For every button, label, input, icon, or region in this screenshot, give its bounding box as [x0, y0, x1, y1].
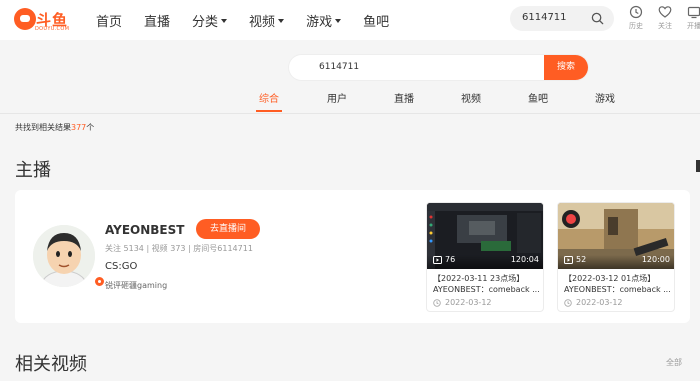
search-button[interactable]: 搜索: [544, 55, 588, 80]
result-count-prefix: 共找到相关结果: [15, 123, 71, 132]
streamer-tagline: 锐评砸疆gaming: [105, 281, 168, 290]
tab-label: 用户: [327, 94, 347, 105]
tab-label: 视频: [461, 94, 481, 105]
nav-item-category[interactable]: 分类: [192, 11, 228, 30]
clock-icon: [433, 298, 441, 307]
related-videos-title: 相关视频: [15, 354, 87, 375]
play-count-icon: [433, 255, 442, 264]
streamer-name[interactable]: AYEONBEST: [105, 223, 184, 237]
video-duration: 120:04: [510, 255, 539, 264]
tab-live[interactable]: 直播: [394, 90, 414, 105]
nav-item-game[interactable]: 游戏: [306, 11, 342, 30]
video-date: 2022-03-12: [433, 298, 492, 307]
result-count-suffix: 个: [86, 123, 95, 132]
tabs-divider: [0, 113, 700, 114]
avatar-image: [33, 225, 95, 287]
broadcast-icon: [687, 6, 700, 19]
section-scroll-arrow[interactable]: [696, 160, 700, 172]
logo-subtext: DOUYU.COM: [35, 26, 70, 32]
avatar[interactable]: [33, 225, 95, 287]
view-all-link[interactable]: 全部: [666, 357, 682, 368]
video-title[interactable]: 【2022-03-12 01点场】: [564, 273, 672, 284]
streamer-game[interactable]: CS:GO: [105, 261, 137, 272]
goto-live-room-button[interactable]: 去直播间: [196, 219, 260, 239]
header-search-box[interactable]: 6114711: [510, 6, 614, 31]
tab-label: 游戏: [595, 94, 615, 105]
video-card[interactable]: 76 120:04 【2022-03-11 23点场】 AYEONBEST：co…: [426, 202, 544, 312]
result-count-number: 377: [71, 123, 87, 132]
video-views-count: 52: [576, 255, 587, 264]
nav-item-live[interactable]: 直播: [144, 11, 170, 30]
video-views-count: 76: [445, 255, 456, 264]
play-count-icon: [564, 255, 573, 264]
video-subtitle[interactable]: AYEONBEST：comeback ...: [433, 284, 541, 295]
clock-icon: [629, 5, 643, 19]
video-duration: 120:00: [641, 255, 670, 264]
header-search-input[interactable]: 6114711: [522, 12, 567, 23]
video-date-text: 2022-03-12: [445, 298, 492, 307]
nav-label: 首页: [96, 15, 123, 30]
tab-label: 鱼吧: [528, 94, 548, 105]
broadcast-label: 开播: [687, 22, 700, 30]
video-title[interactable]: 【2022-03-11 23点场】: [433, 273, 541, 284]
tab-label: 综合: [259, 94, 279, 105]
video-views: 52: [564, 255, 586, 264]
nav-item-home[interactable]: 首页: [96, 11, 122, 30]
tab-yuba[interactable]: 鱼吧: [528, 90, 548, 105]
tab-users[interactable]: 用户: [327, 90, 347, 105]
top-header: 斗鱼 DOUYU.COM 首页 直播 分类 视频 游戏 鱼吧 6114711 历…: [0, 0, 700, 40]
history-label: 历史: [629, 22, 643, 30]
active-tab-indicator: [256, 110, 282, 112]
caret-down-icon: [335, 18, 342, 23]
caret-down-icon: [221, 18, 228, 23]
search-icon[interactable]: [591, 12, 604, 25]
douyu-logo[interactable]: 斗鱼 DOUYU.COM: [14, 8, 72, 34]
result-count: 共找到相关结果377个: [15, 122, 94, 133]
nav-label: 视频: [249, 15, 276, 30]
nav-label: 分类: [192, 15, 219, 30]
broadcast-button[interactable]: 开播: [682, 5, 700, 31]
main-nav: 首页 直播 分类 视频 游戏 鱼吧: [96, 11, 411, 30]
caret-down-icon: [278, 18, 285, 23]
tab-all[interactable]: 综合: [256, 90, 282, 112]
nav-label: 鱼吧: [363, 15, 390, 30]
video-date: 2022-03-12: [564, 298, 623, 307]
follow-label: 关注: [658, 22, 672, 30]
video-subtitle[interactable]: AYEONBEST：comeback ...: [564, 284, 672, 295]
tab-label: 直播: [394, 94, 414, 105]
video-date-text: 2022-03-12: [576, 298, 623, 307]
video-card[interactable]: 52 120:00 【2022-03-12 01点场】 AYEONBEST：co…: [557, 202, 675, 312]
result-tabs: 综合 用户 直播 视频 鱼吧 游戏: [0, 90, 700, 112]
streamer-section-title: 主播: [15, 160, 51, 181]
follow-button[interactable]: 关注: [653, 5, 677, 31]
heart-icon: [658, 6, 672, 18]
video-views: 76: [433, 255, 455, 264]
nav-item-video[interactable]: 视频: [249, 11, 285, 30]
clock-icon: [564, 298, 572, 307]
fish-logo-icon: [14, 8, 36, 30]
streamer-card: AYEONBEST 去直播间 关注 5134 | 视频 373 | 房间号611…: [15, 190, 690, 323]
tab-videos[interactable]: 视频: [461, 90, 481, 105]
main-search-input[interactable]: 6114711: [319, 62, 359, 72]
streamer-stats: 关注 5134 | 视频 373 | 房间号6114711: [105, 244, 253, 253]
nav-item-yuba[interactable]: 鱼吧: [363, 11, 389, 30]
nav-label: 直播: [144, 15, 171, 30]
nav-label: 游戏: [306, 15, 333, 30]
tab-games[interactable]: 游戏: [595, 90, 615, 105]
history-button[interactable]: 历史: [624, 5, 648, 31]
